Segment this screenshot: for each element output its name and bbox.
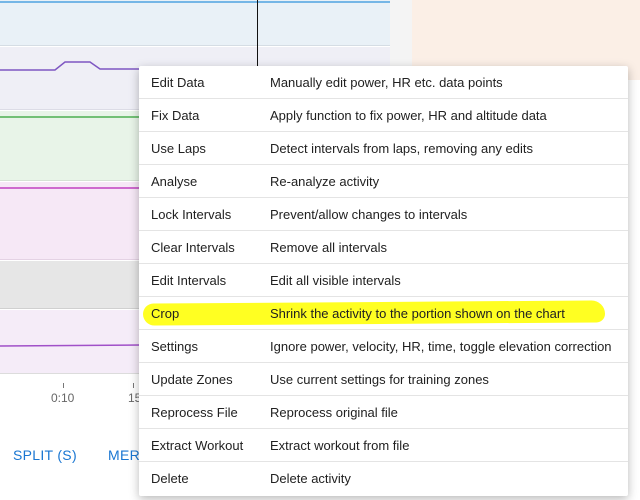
activity-actions-menu: Edit Data Manually edit power, HR etc. d… [139,66,628,496]
menu-item-label: Delete [151,471,189,486]
menu-item-description: Detect intervals from laps, removing any… [270,141,533,156]
menu-item-use-laps[interactable]: Use Laps Detect intervals from laps, rem… [139,132,628,165]
menu-item-reprocess-file[interactable]: Reprocess File Reprocess original file [139,396,628,429]
menu-item-description: Shrink the activity to the portion shown… [270,306,565,321]
menu-item-description: Remove all intervals [270,240,388,255]
menu-item-description: Extract workout from file [270,438,410,453]
menu-item-edit-intervals[interactable]: Edit Intervals Edit all visible interval… [139,264,628,297]
menu-item-description: Use current settings for training zones [270,372,489,387]
menu-item-description: Prevent/allow changes to intervals [270,207,468,222]
menu-item-label: Crop [151,306,180,321]
menu-item-description: Ignore power, velocity, HR, time, toggle… [270,339,612,354]
menu-item-label: Lock Intervals [151,207,232,222]
menu-item-description: Re-analyze activity [270,174,380,189]
menu-item-label: Edit Intervals [151,273,227,288]
menu-item-extract-workout[interactable]: Extract Workout Extract workout from fil… [139,429,628,462]
menu-item-label: Settings [151,339,198,354]
menu-item-description: Apply function to fix power, HR and alti… [270,108,547,123]
menu-item-crop[interactable]: Crop Shrink the activity to the portion … [139,297,628,330]
x-tick-label: 0:10 [51,391,75,405]
menu-item-analyse[interactable]: Analyse Re-analyze activity [139,165,628,198]
menu-item-edit-data[interactable]: Edit Data Manually edit power, HR etc. d… [139,66,628,99]
menu-item-description: Reprocess original file [270,405,398,420]
menu-item-label: Extract Workout [151,438,244,453]
menu-item-label: Use Laps [151,141,206,156]
menu-item-label: Clear Intervals [151,240,235,255]
tick-mark [63,383,64,388]
menu-item-label: Fix Data [151,108,200,123]
chart-line-purple [0,61,140,71]
menu-item-description: Delete activity [270,471,351,486]
menu-item-label: Analyse [151,174,198,189]
menu-item-settings[interactable]: Settings Ignore power, velocity, HR, tim… [139,330,628,363]
menu-item-lock-intervals[interactable]: Lock Intervals Prevent/allow changes to … [139,198,628,231]
menu-item-label: Reprocess File [151,405,238,420]
split-button[interactable]: SPLIT (S) [13,447,77,463]
menu-item-delete[interactable]: Delete Delete activity [139,462,628,495]
menu-item-label: Update Zones [151,372,233,387]
menu-item-clear-intervals[interactable]: Clear Intervals Remove all intervals [139,231,628,264]
menu-item-description: Manually edit power, HR etc. data points [270,75,503,90]
merge-button[interactable]: MER [108,447,140,463]
tick-mark [133,383,134,388]
menu-item-update-zones[interactable]: Update Zones Use current settings for tr… [139,363,628,396]
chart-line-violet [0,344,141,347]
menu-item-fix-data[interactable]: Fix Data Apply function to fix power, HR… [139,99,628,132]
menu-item-label: Edit Data [151,75,205,90]
chart-cursor [257,0,258,70]
menu-item-description: Edit all visible intervals [270,273,401,288]
